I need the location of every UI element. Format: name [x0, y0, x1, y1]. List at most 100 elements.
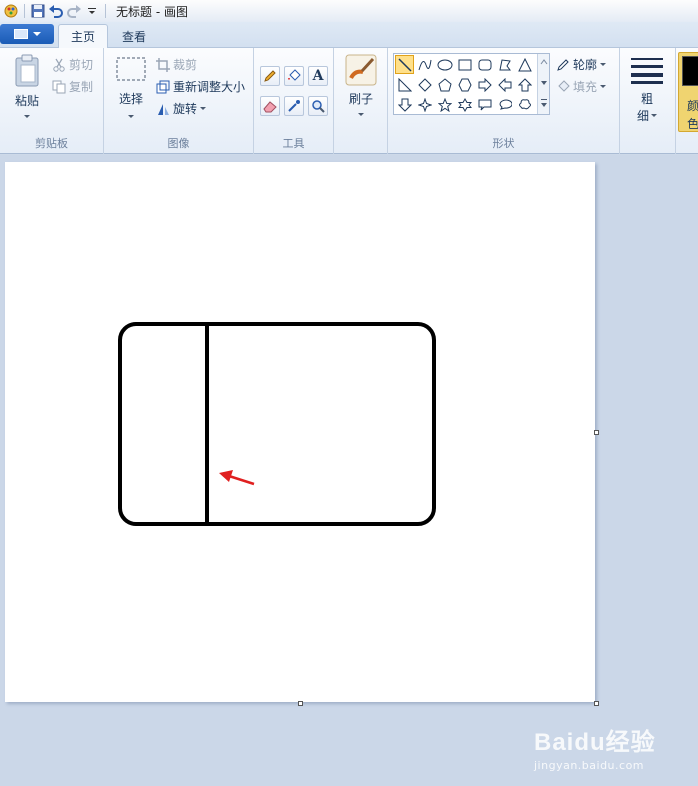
tools-group: A 工具 — [254, 48, 334, 154]
brushes-button[interactable]: 刷子 — [342, 54, 380, 116]
ribbon-tab-row: 主页 查看 — [0, 22, 698, 48]
color1-button[interactable]: 颜 色 — [678, 52, 698, 132]
up-arrow-icon — [517, 77, 532, 91]
watermark-main: Baidu经验 — [534, 729, 656, 756]
shape-polygon[interactable] — [495, 55, 514, 74]
shape-triangle[interactable] — [515, 55, 534, 74]
color-picker-tool[interactable] — [284, 96, 304, 116]
eraser-icon — [263, 101, 277, 113]
four-point-star-icon — [417, 97, 432, 112]
size-button[interactable]: 粗 细 — [628, 56, 666, 124]
redo-icon[interactable] — [65, 2, 83, 20]
tools-group-label: 工具 — [282, 137, 305, 150]
canvas-drawing — [118, 322, 436, 526]
shape-right-arrow[interactable] — [475, 75, 494, 94]
clipboard-group: 粘贴 剪切 复制 剪贴板 — [0, 48, 104, 154]
eraser-tool[interactable] — [260, 96, 280, 116]
six-point-star-icon — [457, 97, 472, 112]
chevron-down-icon — [600, 63, 607, 66]
rotate-icon — [158, 103, 169, 115]
magnifier-tool[interactable] — [308, 96, 328, 116]
select-button[interactable]: 选择 — [112, 56, 150, 118]
fill-icon — [558, 79, 570, 92]
cut-button[interactable]: 剪切 — [52, 56, 93, 73]
line-icon — [397, 57, 412, 72]
shape-right-triangle[interactable] — [395, 75, 414, 94]
paste-icon — [15, 54, 39, 87]
rounded-rectangle-shape — [118, 322, 436, 526]
text-tool[interactable]: A — [308, 66, 328, 86]
shape-curve[interactable] — [415, 55, 434, 74]
paste-button[interactable]: 粘贴 — [8, 54, 46, 118]
resize-handle-bottom[interactable] — [298, 701, 303, 706]
shape-oval-callout[interactable] — [495, 95, 514, 114]
copy-icon — [52, 80, 66, 93]
shape-four-point-star[interactable] — [415, 95, 434, 114]
shape-line[interactable] — [395, 55, 414, 74]
shapes-group-label: 形状 — [492, 137, 515, 150]
scroll-arrows-icon — [540, 59, 548, 107]
hexagon-icon — [457, 78, 472, 91]
app-menu-button[interactable] — [0, 24, 54, 44]
magnifier-icon — [312, 100, 325, 113]
pencil-tool[interactable] — [260, 66, 280, 86]
shape-cloud-callout[interactable] — [515, 95, 534, 114]
chevron-down-icon — [600, 85, 607, 88]
crop-button[interactable]: 裁剪 — [156, 56, 197, 73]
shape-six-point-star[interactable] — [455, 95, 474, 114]
resize-label: 重新调整大小 — [173, 80, 246, 94]
brush-icon — [345, 54, 377, 86]
rotate-label: 旋转 — [173, 102, 198, 116]
title-bar: 无标题 - 画图 — [0, 0, 698, 22]
oval-icon — [437, 59, 452, 70]
cut-label: 剪切 — [69, 58, 94, 72]
outline-button[interactable]: 轮廓 — [556, 56, 607, 73]
baidu-watermark: Baidu经验 jingyan.baidu.com — [534, 722, 674, 772]
size-label-row: 细 — [637, 107, 657, 124]
pencil-icon — [264, 70, 276, 82]
rotate-button[interactable]: 旋转 — [156, 100, 207, 117]
resize-handle-corner[interactable] — [594, 701, 599, 706]
color1-swatch — [682, 56, 698, 86]
drawing-canvas[interactable] — [5, 162, 595, 702]
chevron-down-icon — [651, 114, 657, 117]
shapes-scrollbar[interactable] — [537, 54, 549, 114]
copy-label: 复制 — [69, 80, 94, 94]
scissors-icon — [53, 58, 65, 72]
chevron-down-icon — [128, 115, 134, 118]
shape-diamond[interactable] — [415, 75, 434, 94]
undo-icon[interactable] — [47, 2, 65, 20]
polygon-icon — [498, 58, 511, 70]
shape-rounded-rectangle[interactable] — [475, 55, 494, 74]
shape-hexagon[interactable] — [455, 75, 474, 94]
tab-view[interactable]: 查看 — [110, 24, 158, 48]
fill-button[interactable]: 填充 — [556, 78, 607, 95]
tab-home[interactable]: 主页 — [58, 24, 109, 48]
save-icon[interactable] — [29, 2, 47, 20]
paint-app-icon[interactable] — [2, 2, 20, 20]
shape-oval[interactable] — [435, 55, 454, 74]
shape-rectangle[interactable] — [455, 55, 474, 74]
image-group-label: 图像 — [167, 137, 190, 150]
rectangle-icon — [458, 59, 471, 70]
divider — [24, 4, 25, 18]
shape-five-point-star[interactable] — [435, 95, 454, 114]
copy-button[interactable]: 复制 — [52, 78, 93, 95]
diamond-icon — [417, 77, 432, 92]
chevron-down-icon — [32, 32, 41, 36]
five-point-star-icon — [437, 97, 452, 112]
crop-label: 裁剪 — [173, 58, 198, 72]
selection-icon — [116, 57, 146, 81]
shape-up-arrow[interactable] — [515, 75, 534, 94]
size-label-top: 粗 — [640, 92, 653, 106]
customize-toolbar-icon[interactable] — [83, 2, 101, 20]
shape-down-arrow[interactable] — [395, 95, 414, 114]
resize-button[interactable]: 重新调整大小 — [156, 78, 245, 95]
shape-pentagon[interactable] — [435, 75, 454, 94]
red-arrow-annotation — [219, 470, 255, 486]
size-label-bottom: 细 — [636, 109, 649, 123]
shape-left-arrow[interactable] — [495, 75, 514, 94]
shape-rect-callout[interactable] — [475, 95, 494, 114]
fill-tool[interactable] — [284, 66, 304, 86]
resize-handle-right[interactable] — [594, 430, 599, 435]
